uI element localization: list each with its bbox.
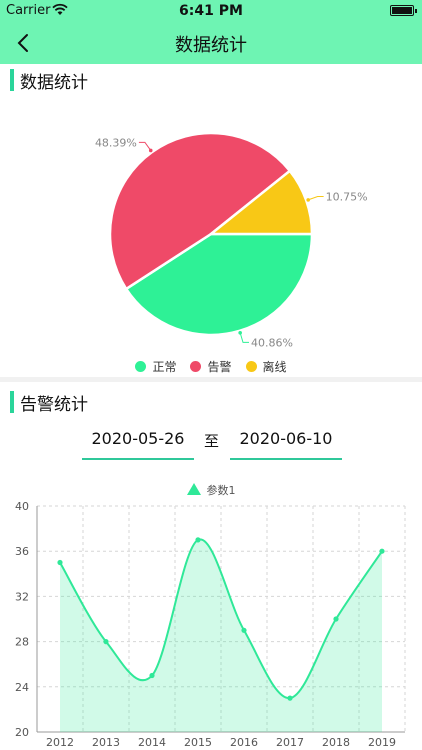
pie-label-line <box>239 332 250 343</box>
pie-label-line <box>138 141 152 151</box>
section-title: 告警统计 <box>20 395 88 415</box>
legend-item-alarm: 告警 <box>190 357 232 375</box>
x-tick-label: 2018 <box>322 736 350 749</box>
battery-icon <box>390 5 417 16</box>
nav-bar: 数据统计 <box>0 22 422 64</box>
status-time: 6:41 PM <box>179 3 243 19</box>
y-tick-label: 32 <box>15 590 29 603</box>
section-accent-bar <box>10 69 14 91</box>
pie-label-dot <box>238 330 242 335</box>
legend-swatch <box>135 360 147 372</box>
triangle-icon <box>186 483 201 495</box>
x-tick-label: 2015 <box>184 736 212 749</box>
x-tick-label: 2016 <box>230 736 258 749</box>
section-accent-bar <box>10 391 14 413</box>
pie-legend: 正常 告警 离线 <box>0 357 422 375</box>
pie-label-line <box>308 196 324 201</box>
header: Carrier 6:41 PM 数据统计 <box>0 0 422 64</box>
pie-chart: 40.86% 48.39% 10.75% <box>95 131 368 349</box>
section-header-alarm-stats: 告警统计 <box>0 388 422 418</box>
data-point <box>287 695 293 701</box>
section-header-data-stats: 数据统计 <box>0 66 422 96</box>
data-point <box>57 559 63 566</box>
legend-item-offline: 离线 <box>245 357 287 375</box>
y-tick-label: 28 <box>15 636 29 649</box>
y-tick-label: 36 <box>15 545 29 558</box>
legend-label: 正常 <box>152 359 177 374</box>
x-tick-label: 2019 <box>368 736 396 749</box>
legend-label: 离线 <box>262 359 287 374</box>
data-point <box>379 548 385 554</box>
pie-value-label: 10.75% <box>326 191 368 204</box>
data-point <box>333 616 339 622</box>
data-point <box>103 639 109 645</box>
start-date-field[interactable]: 2020-05-26 <box>82 424 194 460</box>
x-tick-label: 2012 <box>46 736 74 749</box>
y-tick-label: 40 <box>15 500 29 513</box>
end-date-field[interactable]: 2020-06-10 <box>230 424 342 460</box>
status-bar: Carrier 6:41 PM <box>0 0 422 22</box>
date-range-separator: 至 <box>204 432 220 450</box>
section-title: 数据统计 <box>20 73 88 93</box>
pie-label-dot <box>306 198 310 202</box>
legend-label: 告警 <box>207 359 232 374</box>
pie-label-dot <box>148 148 153 153</box>
pie-value-label: 40.86% <box>251 336 293 349</box>
page-title: 数据统计 <box>175 35 247 56</box>
y-tick-label: 24 <box>15 681 29 694</box>
data-point <box>241 627 247 633</box>
legend-swatch <box>245 360 257 372</box>
x-tick-label: 2013 <box>92 736 120 749</box>
x-tick-label: 2014 <box>138 736 166 749</box>
y-tick-label: 20 <box>15 726 29 739</box>
legend-swatch <box>190 360 202 372</box>
legend-item-normal: 正常 <box>135 357 176 375</box>
pie-value-label: 48.39% <box>95 136 137 149</box>
x-tick-label: 2017 <box>276 736 304 749</box>
section-divider <box>0 377 422 382</box>
area-chart: 20 24 28 32 36 40 2012 2013 2014 2015 2016 2017 2018… <box>15 500 406 749</box>
data-point <box>149 672 155 679</box>
data-point <box>195 537 201 543</box>
